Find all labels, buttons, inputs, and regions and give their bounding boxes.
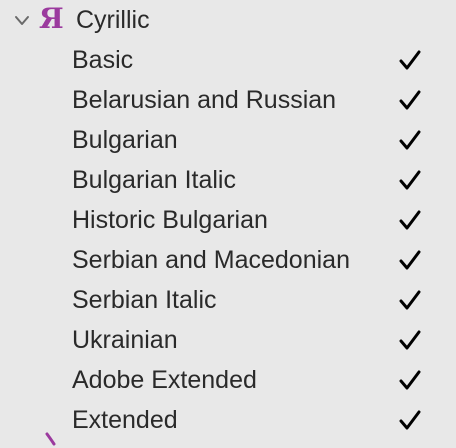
item-label: Historic Bulgarian bbox=[72, 206, 268, 234]
language-tree: Я Cyrillic Basic Belarusian and Russian … bbox=[0, 0, 456, 448]
group-label: Cyrillic bbox=[76, 6, 150, 34]
checkmark-icon bbox=[399, 370, 421, 390]
next-group-glyph-icon bbox=[45, 432, 56, 446]
group-header-cyrillic[interactable]: Я Cyrillic bbox=[0, 0, 456, 40]
checkmark-icon bbox=[399, 90, 421, 110]
checkmark-icon bbox=[399, 410, 421, 430]
list-item[interactable]: Adobe Extended bbox=[0, 360, 456, 400]
checkmark-icon bbox=[399, 130, 421, 150]
list-item[interactable]: Historic Bulgarian bbox=[0, 200, 456, 240]
item-label: Bulgarian Italic bbox=[72, 166, 236, 194]
item-label: Extended bbox=[72, 406, 178, 434]
item-label: Belarusian and Russian bbox=[72, 86, 337, 114]
checkmark-icon bbox=[399, 170, 421, 190]
item-label: Ukrainian bbox=[72, 326, 178, 354]
checkmark-icon bbox=[399, 50, 421, 70]
item-label: Basic bbox=[72, 46, 134, 74]
group-items: Basic Belarusian and Russian Bulgarian B… bbox=[0, 40, 456, 440]
checkmark-icon bbox=[399, 290, 421, 310]
item-label: Adobe Extended bbox=[72, 366, 257, 394]
checkmark-icon bbox=[399, 330, 421, 350]
item-label: Serbian Italic bbox=[72, 286, 217, 314]
list-item[interactable]: Serbian and Macedonian bbox=[0, 240, 456, 280]
list-item[interactable]: Basic bbox=[0, 40, 456, 80]
list-item[interactable]: Bulgarian bbox=[0, 120, 456, 160]
list-item[interactable]: Ukrainian bbox=[0, 320, 456, 360]
list-item[interactable]: Extended bbox=[0, 400, 456, 440]
checkmark-icon bbox=[399, 210, 421, 230]
item-label: Serbian and Macedonian bbox=[72, 246, 350, 274]
list-item[interactable]: Serbian Italic bbox=[0, 280, 456, 320]
checkmark-icon bbox=[399, 250, 421, 270]
chevron-down-icon[interactable] bbox=[14, 14, 30, 28]
item-label: Bulgarian bbox=[72, 126, 178, 154]
list-item[interactable]: Belarusian and Russian bbox=[0, 80, 456, 120]
list-item[interactable]: Bulgarian Italic bbox=[0, 160, 456, 200]
cyrillic-script-icon: Я bbox=[39, 2, 64, 35]
